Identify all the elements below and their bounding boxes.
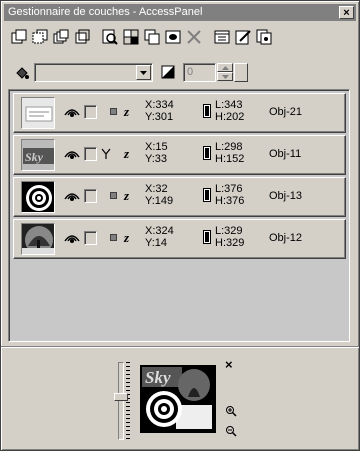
layer-thumbnail[interactable]: Sky <box>21 139 55 171</box>
paint-bucket-icon <box>14 65 30 84</box>
dimension-icon <box>203 188 211 205</box>
size-readout: L:329 H:329 <box>215 225 244 249</box>
size-readout: L:298 H:152 <box>215 141 244 165</box>
x-value: X:334 <box>145 99 174 111</box>
layer-row[interactable]: Sky z X:15 Y:33 L:298 H:152 Obj-11 <box>13 135 346 175</box>
layer-thumbnail[interactable] <box>21 223 55 255</box>
layer-square-icon <box>110 234 117 241</box>
layer-square-icon <box>110 108 117 115</box>
layer-row[interactable]: z X:334 Y:301 L:343 H:202 Obj-21 <box>13 93 346 133</box>
blend-controls: 0 <box>1 61 360 85</box>
layer-name: Obj-21 <box>269 106 303 118</box>
copy-layers-icon[interactable] <box>254 27 274 47</box>
send-to-back-icon[interactable] <box>30 27 50 47</box>
visibility-eye-icon[interactable] <box>64 147 80 164</box>
chevron-down-icon[interactable] <box>136 65 151 80</box>
y-value: Y:301 <box>145 111 174 123</box>
layer-list: z X:334 Y:301 L:343 H:202 Obj-21 Sky z X:15 Y:33 L… <box>8 89 350 342</box>
position-readout: X:15 Y:33 <box>145 141 168 165</box>
lock-checkbox[interactable] <box>84 105 97 119</box>
properties-icon[interactable] <box>212 27 232 47</box>
title-bar[interactable]: Gestionnaire de couches - AccessPanel × <box>4 4 356 21</box>
zoom-out-icon[interactable] <box>225 425 237 440</box>
mask-icon[interactable] <box>163 27 183 47</box>
size-readout: L:343 H:202 <box>215 99 244 123</box>
navigator-close-button[interactable]: × <box>225 357 233 372</box>
h-value: H:329 <box>215 237 245 249</box>
preview-sky-text: Sky <box>145 368 171 387</box>
zoom-layer-icon[interactable] <box>100 27 120 47</box>
delete-icon[interactable] <box>184 27 204 47</box>
layer-name: Obj-11 <box>269 148 302 160</box>
visibility-eye-icon[interactable] <box>64 105 80 122</box>
zoom-in-icon[interactable] <box>225 405 237 420</box>
arrow-up-icon[interactable] <box>217 63 233 72</box>
opacity-input[interactable]: 0 <box>183 63 216 82</box>
navigator-preview[interactable]: Sky <box>140 365 216 433</box>
z-order-icon: z <box>124 230 130 245</box>
h-value: H:152 <box>215 153 245 165</box>
opacity-icon <box>161 65 175 82</box>
l-value: L:298 <box>215 141 243 153</box>
size-readout: L:376 H:376 <box>215 183 244 207</box>
layer-thumbnail[interactable] <box>21 181 55 213</box>
l-value: L:343 <box>215 99 243 111</box>
l-value: L:329 <box>215 225 243 237</box>
opacity-slider-button[interactable] <box>234 63 248 82</box>
position-readout: X:32 Y:149 <box>145 183 173 207</box>
h-value: H:202 <box>215 111 245 123</box>
layer-row[interactable]: z X:324 Y:14 L:329 H:329 Obj-12 <box>13 219 346 259</box>
divider <box>1 346 359 348</box>
z-order-icon: z <box>124 188 130 203</box>
dimension-icon <box>203 146 211 163</box>
group-icon[interactable] <box>121 27 141 47</box>
visibility-eye-icon[interactable] <box>64 231 80 248</box>
z-order-icon: z <box>124 146 130 161</box>
x-value: X:32 <box>145 183 168 195</box>
lock-checkbox[interactable] <box>84 231 97 245</box>
y-value: Y:33 <box>145 153 168 165</box>
window-title: Gestionnaire de couches - AccessPanel <box>8 6 203 18</box>
visibility-eye-icon[interactable] <box>64 189 80 206</box>
layer-manager-window: Gestionnaire de couches - AccessPanel × <box>0 0 360 451</box>
position-readout: X:324 Y:14 <box>145 225 174 249</box>
duplicate-icon[interactable] <box>142 27 162 47</box>
arrow-down-icon[interactable] <box>217 72 233 81</box>
layer-name: Obj-12 <box>269 232 303 244</box>
h-value: H:376 <box>215 195 245 207</box>
navigator-panel: Sky × <box>114 357 249 447</box>
zoom-slider-ticks <box>126 362 130 440</box>
lock-checkbox[interactable] <box>84 189 97 203</box>
link-icon[interactable] <box>100 148 112 163</box>
bring-forward-icon[interactable] <box>51 27 71 47</box>
l-value: L:376 <box>215 183 243 195</box>
z-order-icon: z <box>124 104 130 119</box>
layer-square-icon <box>110 192 117 199</box>
y-value: Y:14 <box>145 237 168 249</box>
lock-checkbox[interactable] <box>84 147 97 161</box>
bring-to-front-icon[interactable] <box>9 27 29 47</box>
zoom-slider-thumb[interactable] <box>114 393 128 401</box>
x-value: X:15 <box>145 141 168 153</box>
layer-thumbnail[interactable] <box>21 97 55 129</box>
y-value: Y:149 <box>145 195 174 207</box>
blend-mode-select[interactable] <box>34 63 153 82</box>
x-value: X:324 <box>145 225 174 237</box>
dimension-icon <box>203 230 211 247</box>
position-readout: X:334 Y:301 <box>145 99 174 123</box>
send-backward-icon[interactable] <box>72 27 92 47</box>
dimension-icon <box>203 104 211 121</box>
layer-row[interactable]: z X:32 Y:149 L:376 H:376 Obj-13 <box>13 177 346 217</box>
close-button[interactable]: × <box>339 6 354 19</box>
zoom-slider-track[interactable] <box>118 362 124 440</box>
opacity-stepper[interactable] <box>217 63 233 82</box>
layer-name: Obj-13 <box>269 190 303 202</box>
edit-icon[interactable] <box>233 27 253 47</box>
svg-text:Sky: Sky <box>25 150 44 164</box>
